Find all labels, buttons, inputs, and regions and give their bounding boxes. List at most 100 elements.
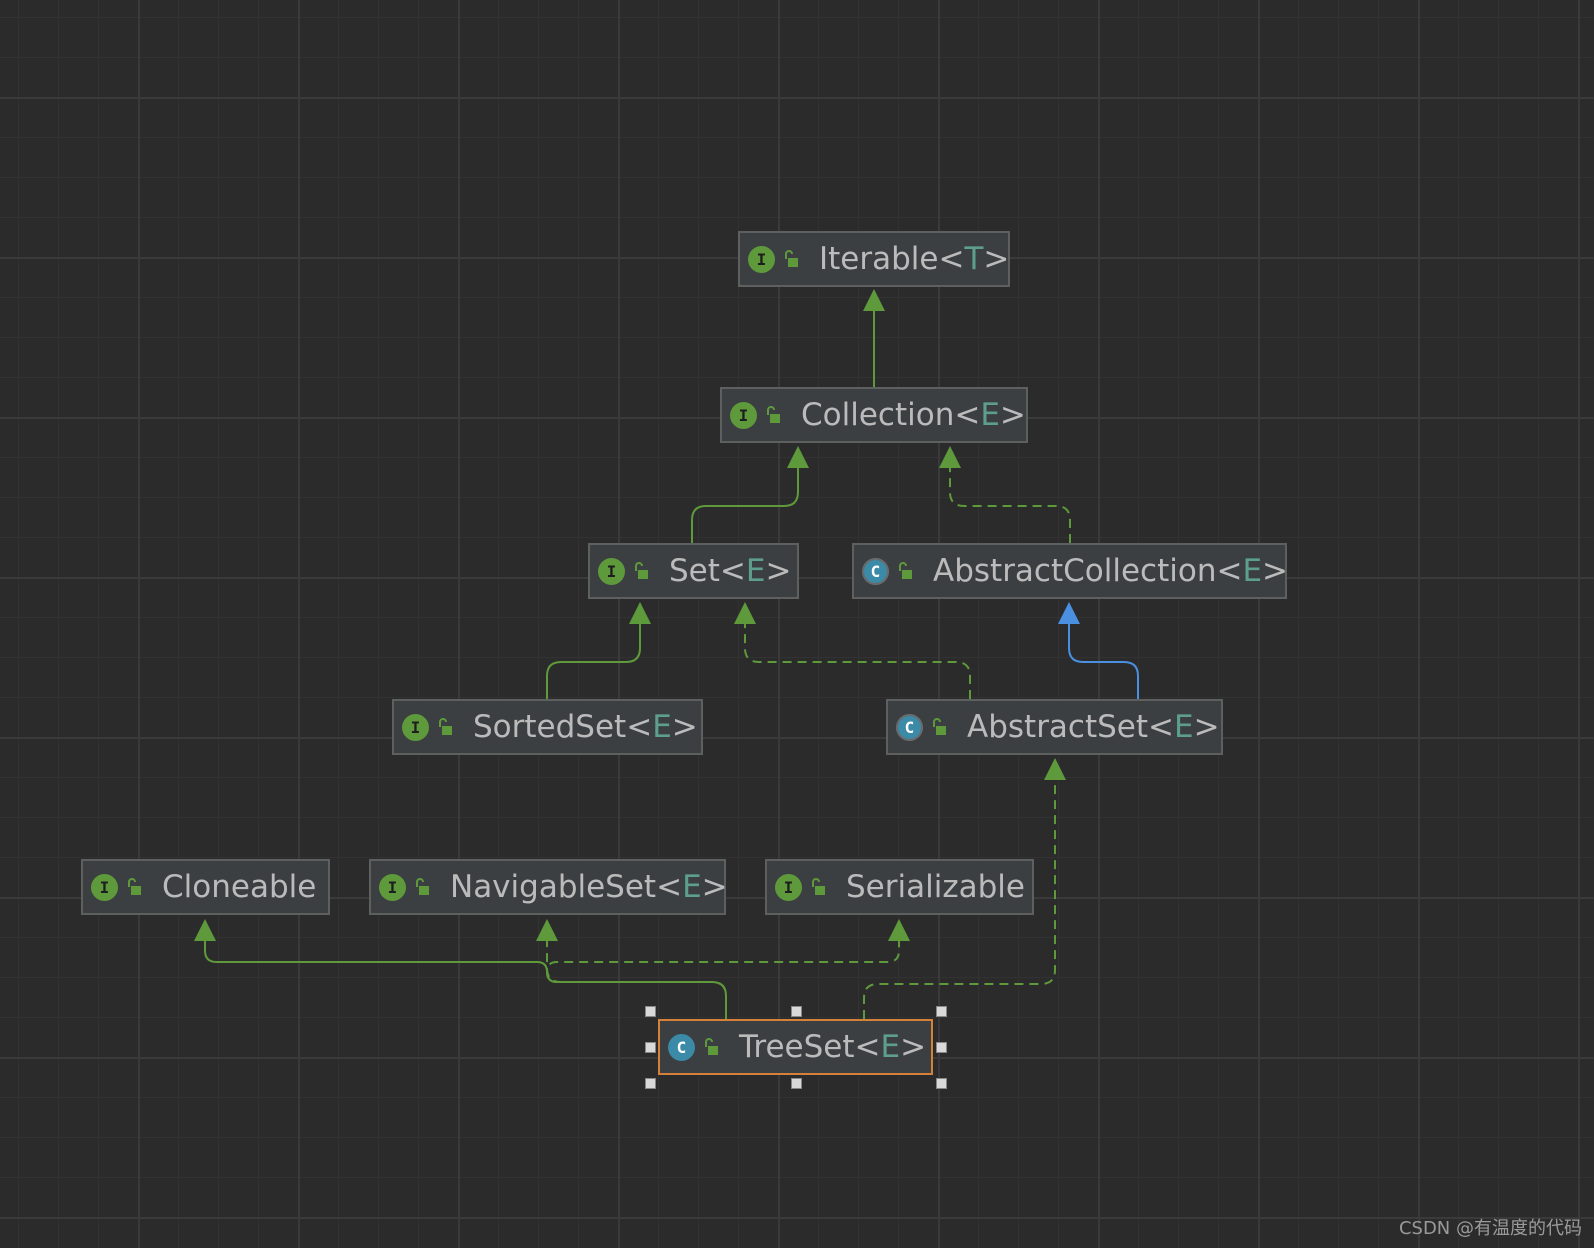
- arrowhead-abstract-collection-to-collection: [939, 446, 961, 468]
- node-label: Iterable<T>: [819, 241, 1009, 277]
- resize-handle[interactable]: [936, 1042, 947, 1053]
- abstract-class-icon: C: [862, 557, 889, 585]
- arrowhead-tree-set-to-serializable: [1044, 758, 1066, 780]
- watermark: CSDN @有温度的代码: [1398, 1218, 1582, 1239]
- resize-handle[interactable]: [645, 1006, 656, 1017]
- interface-icon: I: [775, 873, 802, 901]
- node-label: TreeSet<E>: [739, 1029, 926, 1065]
- type-parameter: E: [880, 1029, 901, 1065]
- arrowhead-navigable-set-to-sorted-set: [194, 919, 216, 941]
- edge-abstract-set-to-set: [744, 622, 971, 699]
- node-collection[interactable]: I Collection<E>: [720, 387, 1028, 443]
- node-label: AbstractSet<E>: [967, 709, 1220, 745]
- type-parameter: E: [682, 869, 702, 905]
- class-name: Cloneable: [162, 869, 317, 905]
- generic-close: >: [999, 397, 1026, 433]
- node-tree-set[interactable]: C TreeSet<E>: [658, 1019, 933, 1075]
- edge-abstract-collection-to-collection: [949, 466, 1071, 543]
- edge-tree-set-to-navigable-set: [545, 939, 900, 1019]
- generic-close: >: [1193, 709, 1220, 745]
- node-label: Collection<E>: [801, 397, 1026, 433]
- unlocked-icon: [439, 718, 452, 735]
- edge-sorted-set-to-set: [546, 622, 641, 699]
- generic-open: <: [854, 1029, 881, 1065]
- generic-open: <: [1148, 709, 1175, 745]
- unlocked-icon: [705, 1038, 718, 1055]
- node-set[interactable]: I Set<E>: [588, 543, 799, 599]
- edge-set-to-collection: [691, 466, 799, 543]
- arrowhead-set-to-collection: [787, 446, 809, 468]
- resize-handle[interactable]: [790, 1078, 802, 1089]
- type-parameter: E: [1174, 709, 1194, 745]
- type-parameter: E: [745, 553, 766, 589]
- class-name: Set: [669, 553, 720, 589]
- arrowhead-tree-set-to-navigable-set: [888, 919, 910, 941]
- resize-handle[interactable]: [936, 1078, 947, 1089]
- node-label: Set<E>: [669, 553, 791, 589]
- node-label: Serializable: [846, 869, 1025, 905]
- type-parameter: E: [980, 397, 1000, 433]
- generic-open: <: [938, 241, 965, 277]
- type-parameter: E: [652, 709, 672, 745]
- generic-open: <: [626, 709, 653, 745]
- unlocked-icon: [128, 878, 141, 895]
- node-cloneable[interactable]: I Cloneable: [81, 859, 330, 915]
- unlocked-icon: [635, 562, 648, 579]
- interface-icon: I: [402, 713, 429, 741]
- arrowhead-abstract-set-to-abstract-collection: [1058, 602, 1080, 624]
- generic-open: <: [1216, 553, 1243, 589]
- arrowhead-tree-set-to-cloneable: [536, 919, 558, 941]
- edge-tree-set-to-cloneable: [546, 939, 727, 1019]
- arrowhead-sorted-set-to-set: [629, 602, 651, 624]
- node-label: Cloneable: [162, 869, 316, 905]
- class-name: TreeSet: [739, 1029, 855, 1065]
- node-navigable-set[interactable]: I NavigableSet<E>: [369, 859, 728, 915]
- interface-icon: I: [730, 401, 757, 429]
- node-abstract-set[interactable]: C AbstractSet<E>: [886, 699, 1223, 755]
- unlocked-icon: [812, 878, 825, 895]
- generic-open: <: [656, 869, 683, 905]
- node-label: SortedSet<E>: [473, 709, 698, 745]
- generic-open: <: [719, 553, 746, 589]
- class-name: AbstractCollection: [933, 553, 1217, 589]
- generic-close: >: [1262, 553, 1289, 589]
- interface-icon: I: [379, 873, 406, 901]
- generic-close: >: [983, 241, 1010, 277]
- generic-open: <: [954, 397, 981, 433]
- resize-handle[interactable]: [790, 1006, 802, 1017]
- node-serializable[interactable]: I Serializable: [765, 859, 1034, 915]
- generic-close: >: [900, 1029, 927, 1065]
- abstract-class-icon: C: [896, 713, 923, 741]
- generic-close: >: [671, 709, 698, 745]
- unlocked-icon: [416, 878, 429, 895]
- node-label: AbstractCollection<E>: [933, 553, 1288, 589]
- generic-close: >: [765, 553, 792, 589]
- node-label: NavigableSet<E>: [450, 869, 728, 905]
- unlocked-icon: [899, 562, 912, 579]
- type-parameter: T: [964, 241, 984, 277]
- class-name: Collection: [801, 397, 955, 433]
- edge-abstract-set-to-abstract-collection: [1068, 622, 1139, 699]
- interface-icon: I: [91, 873, 118, 901]
- class-icon: C: [668, 1033, 695, 1061]
- interface-icon: I: [598, 557, 625, 585]
- node-abstract-collection[interactable]: C AbstractCollection<E>: [852, 543, 1288, 599]
- type-parameter: E: [1242, 553, 1263, 589]
- arrowhead-collection-to-iterable: [863, 289, 885, 311]
- unlocked-icon: [785, 250, 798, 267]
- arrowhead-abstract-set-to-set: [734, 602, 756, 624]
- resize-handle[interactable]: [936, 1006, 947, 1017]
- unlocked-icon: [767, 406, 780, 423]
- class-name: SortedSet: [473, 709, 627, 745]
- class-name: NavigableSet: [450, 869, 657, 905]
- resize-handle[interactable]: [645, 1078, 656, 1089]
- resize-handle[interactable]: [645, 1042, 656, 1053]
- class-name: Iterable: [819, 241, 939, 277]
- class-name: Serializable: [846, 869, 1025, 905]
- node-sorted-set[interactable]: I SortedSet<E>: [392, 699, 703, 755]
- class-name: AbstractSet: [967, 709, 1149, 745]
- unlocked-icon: [933, 718, 946, 735]
- node-iterable[interactable]: I Iterable<T>: [738, 231, 1010, 287]
- generic-close: >: [701, 869, 728, 905]
- interface-icon: I: [748, 245, 775, 273]
